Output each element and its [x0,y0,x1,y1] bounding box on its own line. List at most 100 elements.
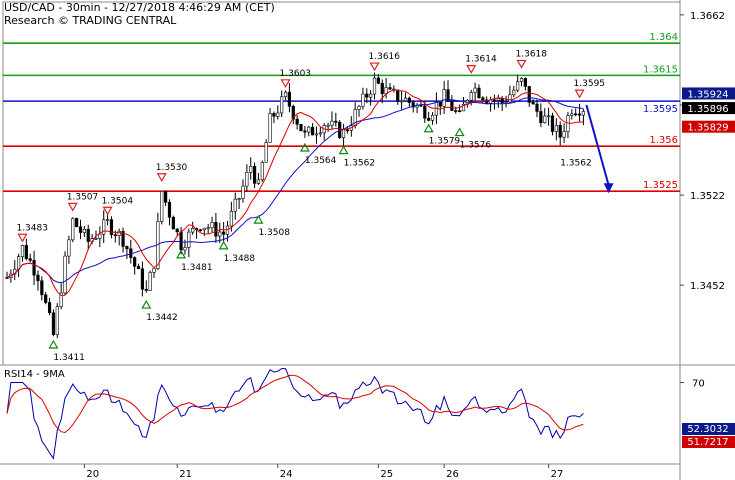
high-label: 1.3595 [574,79,606,89]
x-tick-label: 20 [86,469,99,480]
marker-up-icon [176,249,187,259]
marker-up-icon [299,142,310,152]
candle-body [299,123,303,132]
marker-down-icon [516,59,527,69]
candle-body [252,166,257,184]
ma-slow-line [6,97,584,284]
x-tick-label: 21 [179,469,192,480]
candle-body [171,216,175,230]
price-badge-label: 1.35896 [687,104,728,115]
candle-body [117,231,121,236]
candle-body [241,185,245,199]
candle-body [403,97,408,102]
candle-body [237,198,241,200]
candle-body [330,120,334,126]
low-label: 1.3488 [224,254,256,264]
y-tick-label: 1.3452 [690,281,725,292]
candle-body [574,113,578,116]
low-label: 1.3564 [305,156,337,166]
price-chart: 1.36621.35921.35221.34522021242526271.36… [0,0,735,480]
candle-body [535,103,539,112]
candle-body [295,118,299,125]
x-tick-label: 27 [551,469,564,480]
marker-up-icon [423,123,434,133]
low-label: 1.3481 [181,263,213,273]
candle-body [546,115,551,118]
level-label: 1.3525 [643,180,678,191]
candle-body [40,280,44,296]
candle-body [133,257,137,267]
candle-body [179,231,183,251]
candle-body [523,77,527,87]
candle-body [125,246,129,250]
candle-body [86,228,90,242]
rsi-ma-value-label: 51.7217 [687,437,728,448]
candle-body [341,129,346,138]
candle-body [36,274,40,282]
low-label: 1.3442 [146,313,178,323]
candle-body [218,231,222,237]
low-label: 1.3562 [344,159,376,169]
low-label: 1.3411 [53,353,84,363]
candle-body [508,94,512,103]
marker-down-icon [574,89,585,99]
candle-body [554,125,558,132]
candle-body [372,77,377,95]
candle-body [314,133,319,136]
x-tick-label: 25 [380,469,393,480]
high-label: 1.3530 [156,163,188,173]
candle-body [365,93,369,98]
candle-body [481,97,485,101]
marker-up-icon [141,299,152,309]
y-tick-label: 1.3522 [690,191,725,202]
level-label: 1.356 [649,135,678,146]
candle-body [24,245,28,260]
candle-body [380,83,384,95]
candle-body [326,124,330,127]
candle-body [280,96,284,114]
low-label: 1.3562 [560,159,592,169]
candle-body [20,245,25,257]
candle-body [44,294,48,303]
forecast-arrow-line [585,104,610,186]
rsi-value-label: 52.3032 [687,424,728,435]
candle-body [357,105,361,110]
rsi-level-label: 70 [692,379,705,390]
candle-body [516,81,520,91]
candle-body [577,113,582,116]
candle-body [527,86,531,103]
low-label: 1.3576 [460,141,492,151]
candle-body [67,239,71,257]
candle-body [144,288,148,291]
candle-body [287,91,292,107]
marker-up-icon [218,240,229,250]
price-badge-label: 1.35829 [687,123,728,134]
candle-body [473,87,477,93]
candle-body [311,126,315,136]
candle-body [419,104,423,107]
candle-body [438,102,442,107]
candle-body [55,306,59,335]
candle-body [512,89,516,96]
candle-body [98,233,102,239]
high-label: 1.3507 [67,192,99,202]
high-label: 1.3618 [516,50,548,60]
candle-body [276,112,280,117]
candle-body [581,111,586,116]
candle-body [233,198,237,212]
candle-body [539,111,543,124]
x-tick-label: 26 [446,469,459,480]
candle-body [75,218,79,228]
rsi-line [6,368,584,460]
candle-body [256,179,261,184]
candle-body [191,227,195,233]
marker-down-icon [67,202,78,212]
candle-body [214,221,218,237]
candle-body [558,125,562,138]
candle-body [167,202,172,218]
candle-body [148,272,152,291]
candle-body [260,162,264,181]
rsi-title: RSI14 - 9MA [4,369,65,380]
candle-body [492,99,497,102]
candle-body [396,89,400,102]
